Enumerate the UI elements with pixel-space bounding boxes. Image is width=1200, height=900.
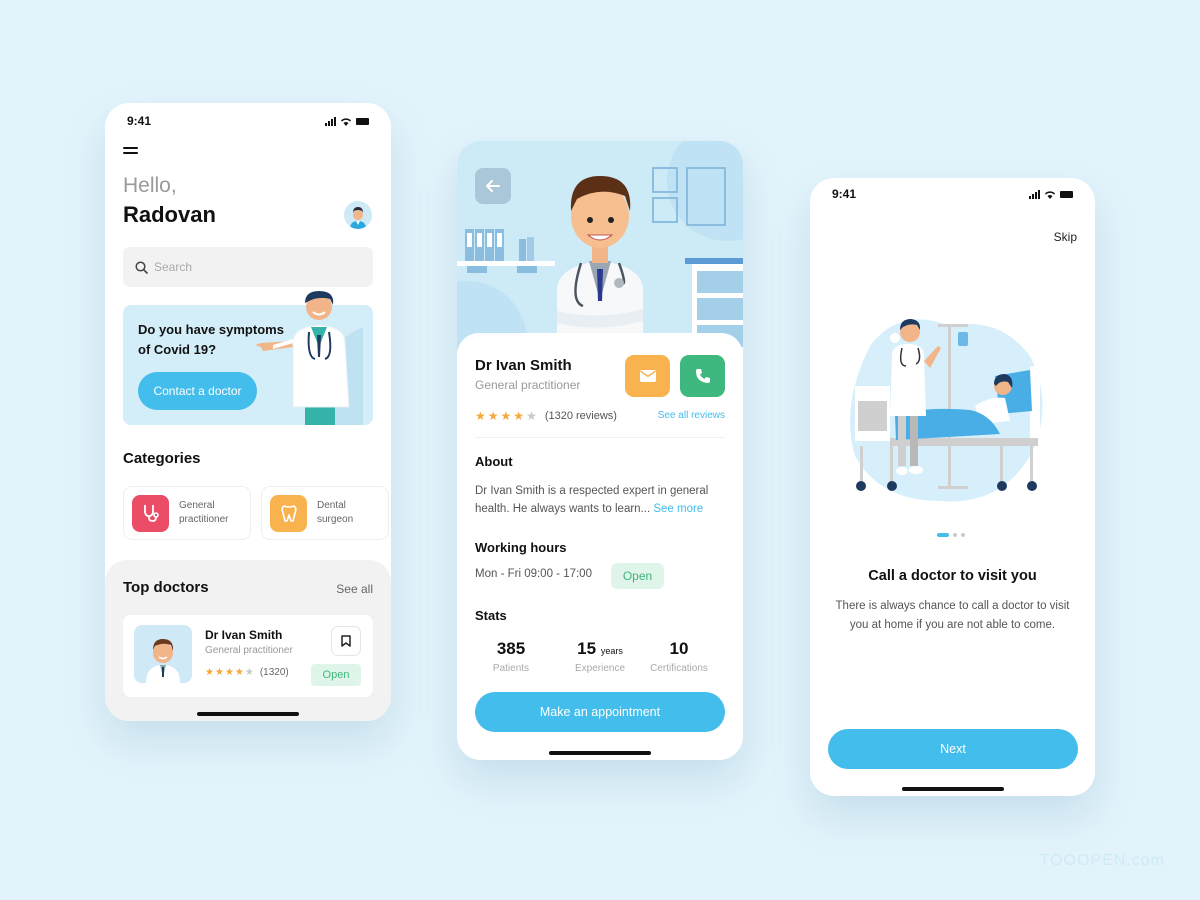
top-doctors-section: Top doctors See all Dr Ivan Smith Genera…	[105, 560, 391, 721]
greeting: Hello,	[123, 174, 177, 197]
working-hours-title: Working hours	[475, 540, 567, 555]
status-time: 9:41	[127, 114, 152, 128]
stat-value: 385	[496, 639, 526, 658]
see-more-link[interactable]: See more	[653, 503, 703, 515]
user-name: Radovan	[123, 202, 216, 227]
category-label: Dental surgeon	[317, 500, 354, 525]
star-icon: ★	[205, 667, 214, 678]
home-screen: 9:41 Hello, Radovan Do you have symptoms…	[105, 103, 391, 721]
onboarding-text: There is always chance to call a doctor …	[835, 600, 1070, 631]
doctor-detail-screen: Dr Ivan Smith General practitioner ★ ★ ★…	[457, 141, 743, 760]
search-input[interactable]	[154, 260, 354, 274]
categories-title: Categories	[123, 450, 201, 467]
star-empty-icon: ★	[526, 409, 537, 423]
bookmark-icon	[341, 635, 351, 647]
review-count: (1320 reviews)	[544, 410, 617, 422]
doctor-name: Dr Ivan Smith	[205, 628, 283, 642]
status-badge: Open	[611, 563, 664, 589]
status-bar: 9:41	[810, 184, 1095, 204]
battery-icon	[356, 117, 369, 125]
doctor-name: Dr Ivan Smith	[475, 357, 572, 374]
category-label: General practitioner	[179, 500, 229, 525]
home-indicator	[197, 712, 299, 716]
review-count: (1320)	[259, 667, 289, 678]
about-title: About	[475, 454, 513, 469]
arrow-left-icon	[486, 180, 500, 192]
category-general-practitioner[interactable]: General practitioner	[123, 486, 251, 540]
see-all-link[interactable]: See all	[336, 582, 373, 596]
working-hours: Mon - Fri 09:00 - 17:00	[475, 568, 592, 580]
onboarding-title: Call a doctor to visit you	[868, 568, 1037, 584]
page-indicator	[937, 533, 965, 537]
tooth-icon	[270, 494, 307, 532]
category-dental-surgeon[interactable]: Dental surgeon	[261, 486, 389, 540]
phone-icon	[695, 369, 710, 383]
doctor-card[interactable]: Dr Ivan Smith General practitioner ★ ★ ★…	[123, 615, 373, 697]
doctor-hero-illustration	[457, 141, 743, 356]
star-icon: ★	[214, 667, 224, 678]
message-button[interactable]	[625, 355, 670, 397]
about-text: Dr Ivan Smith is a respected expert in g…	[475, 482, 725, 518]
status-badge: Open	[311, 664, 361, 686]
stats-title: Stats	[475, 608, 507, 623]
next-button[interactable]: Next	[828, 729, 1078, 769]
signal-icon	[1029, 189, 1040, 199]
doctor-specialty: General practitioner	[475, 378, 581, 392]
doctor-info-sheet: Dr Ivan Smith General practitioner ★ ★ ★…	[457, 333, 743, 760]
doctor-specialty: General practitioner	[205, 645, 293, 656]
star-icon: ★	[234, 667, 244, 678]
doctor-thumbnail	[134, 625, 192, 683]
star-icon: ★	[487, 409, 499, 423]
stat-label: Experience	[574, 663, 626, 674]
stat-certifications: 10 Certifications	[636, 639, 722, 674]
battery-icon	[1060, 190, 1073, 198]
stat-value: 10	[669, 639, 689, 658]
contact-doctor-button[interactable]: Contact a doctor	[138, 372, 257, 410]
star-icon: ★	[475, 409, 486, 423]
star-icon: ★	[500, 409, 512, 423]
status-time: 9:41	[832, 187, 857, 201]
signal-icon	[325, 116, 336, 126]
watermark: TOOOPEN.com	[1039, 852, 1165, 869]
wifi-icon	[1045, 190, 1055, 199]
back-button[interactable]	[475, 168, 511, 204]
call-button[interactable]	[680, 355, 725, 397]
wifi-icon	[341, 117, 351, 126]
home-indicator	[549, 751, 651, 755]
make-appointment-button[interactable]: Make an appointment	[475, 692, 725, 732]
star-icon: ★	[224, 667, 234, 678]
home-indicator	[901, 787, 1004, 791]
page-dot[interactable]	[953, 533, 957, 537]
divider	[475, 437, 725, 438]
bookmark-button[interactable]	[331, 626, 361, 656]
search-icon	[135, 260, 148, 274]
skip-button[interactable]: Skip	[1054, 230, 1077, 244]
covid-banner: Do you have symptoms of Covid 19? Contac…	[123, 291, 373, 425]
doctor-rating: ★ ★ ★ ★ ★ (1320)	[205, 667, 289, 678]
mail-icon	[639, 370, 656, 382]
status-bar: 9:41	[105, 111, 391, 131]
top-doctors-title: Top doctors	[123, 579, 209, 596]
stat-value: 15 years	[577, 639, 623, 658]
hamburger-icon[interactable]	[123, 147, 138, 156]
stat-label: Patients	[492, 663, 530, 674]
page-dot-active[interactable]	[937, 533, 949, 537]
star-icon: ★	[513, 409, 525, 423]
stat-label: Certifications	[650, 663, 708, 674]
star-empty-icon: ★	[244, 667, 254, 678]
avatar[interactable]	[344, 201, 372, 229]
page-dot[interactable]	[961, 533, 965, 537]
stat-patients: 385 Patients	[468, 639, 554, 674]
see-all-reviews-link[interactable]: See all reviews	[658, 410, 725, 421]
onboarding-screen: 9:41 Skip Call a doctor to visit you The…	[810, 178, 1095, 796]
stat-experience: 15 years Experience	[557, 639, 643, 674]
search-bar[interactable]	[123, 247, 373, 287]
doctor-rating: ★ ★ ★ ★ ★ (1320 reviews)	[475, 409, 617, 423]
doctor-visit-illustration	[850, 319, 1043, 502]
stethoscope-icon	[132, 494, 169, 532]
doctor-illustration	[255, 291, 363, 425]
